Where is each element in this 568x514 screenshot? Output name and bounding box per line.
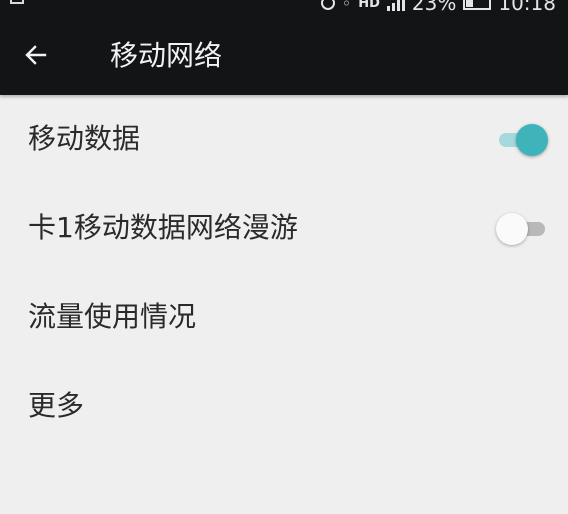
setting-row-mobile-data[interactable]: 移动数据 <box>0 95 568 184</box>
setting-row-more[interactable]: 更多 <box>0 362 568 451</box>
setting-label: 流量使用情况 <box>28 300 197 333</box>
signal-icon <box>386 0 405 11</box>
alarm-icon <box>320 0 335 10</box>
status-time: 10:18 <box>498 0 556 15</box>
setting-label: 卡1移动数据网络漫游 <box>28 211 298 244</box>
wifi-icon: ◦ <box>341 0 352 13</box>
battery-percent: 23% <box>411 0 457 15</box>
network-type: HD <box>358 0 380 11</box>
switch-thumb <box>516 124 548 156</box>
mobile-data-switch[interactable] <box>496 124 548 156</box>
back-button[interactable] <box>16 35 56 75</box>
setting-label: 移动数据 <box>28 122 141 155</box>
arrow-back-icon <box>25 45 47 65</box>
settings-list: 移动数据 卡1移动数据网络漫游 流量使用情况 更多 <box>0 95 568 451</box>
battery-icon <box>463 0 492 10</box>
notification-icon <box>10 0 24 4</box>
data-roaming-switch[interactable] <box>496 213 548 245</box>
switch-thumb <box>496 213 528 245</box>
toolbar: 移动网络 <box>0 16 568 95</box>
setting-row-data-roaming[interactable]: 卡1移动数据网络漫游 <box>0 184 568 273</box>
page-title: 移动网络 <box>110 39 223 72</box>
setting-label: 更多 <box>28 389 85 422</box>
status-icons: ◦ HD 23% 10:18 <box>320 0 556 15</box>
status-bar: ◦ HD 23% 10:18 <box>0 0 568 16</box>
setting-row-data-usage[interactable]: 流量使用情况 <box>0 273 568 362</box>
